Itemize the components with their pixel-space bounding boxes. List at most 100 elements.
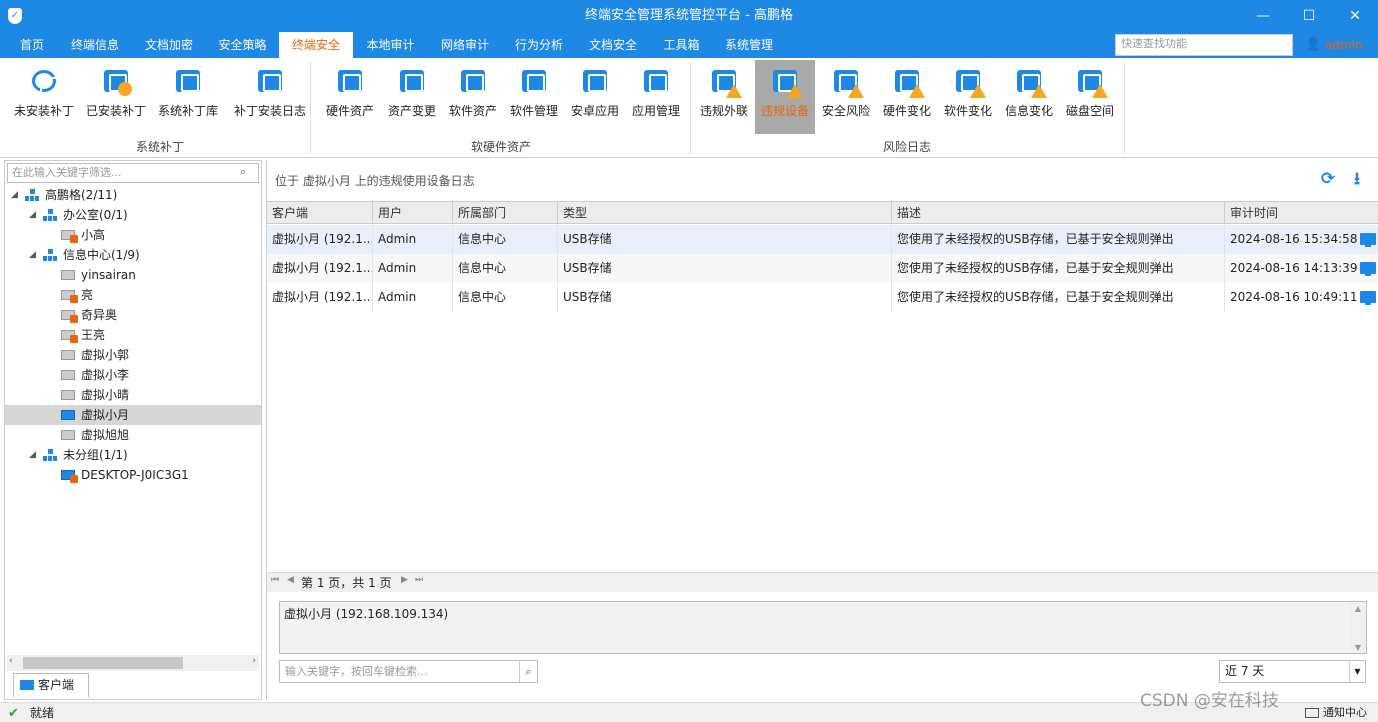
period-select[interactable]: 近 7 天 ▼	[1219, 660, 1366, 683]
ribbon-button[interactable]: 违规设备	[755, 60, 815, 134]
last-page-icon[interactable]: ⏭	[415, 575, 423, 585]
tree-item[interactable]: 王亮	[5, 325, 261, 345]
ribbon-button[interactable]: 安卓应用	[565, 60, 625, 134]
refresh-icon[interactable]: ⟳	[1319, 170, 1337, 188]
scroll-left-icon[interactable]: ‹	[9, 656, 13, 666]
table-cell: Admin	[373, 225, 453, 254]
tree-item-label: 未分组(1/1)	[63, 448, 128, 462]
tree-expand-icon[interactable]: ◢	[29, 445, 39, 465]
log-table: 客户端 用户 所属部门 类型 描述 审计时间 虚拟小月 (192.1... Admin 信息中…	[267, 201, 1378, 573]
tree-item[interactable]: DESKTOP-J0IC3G1	[5, 465, 261, 485]
menu-tab[interactable]: 工具箱	[650, 32, 713, 58]
user-name[interactable]: admin	[1325, 32, 1363, 58]
tree-item[interactable]: 虚拟旭旭	[5, 425, 261, 445]
tree-item-label: 信息中心(1/9)	[63, 248, 140, 262]
search-icon[interactable]: ⌕	[240, 165, 256, 181]
tree-item[interactable]: 奇异奥	[5, 305, 261, 325]
ribbon-button[interactable]: 软件资产	[443, 60, 503, 134]
ribbon-button[interactable]: 硬件资产	[320, 60, 380, 134]
computer-icon[interactable]	[1360, 291, 1376, 305]
tree-item[interactable]: 亮	[5, 285, 261, 305]
menu-tab[interactable]: 文档安全	[576, 32, 650, 58]
computer-icon[interactable]	[1360, 262, 1376, 276]
warning-icon	[726, 84, 742, 98]
download-icon[interactable]: ⭳	[1348, 170, 1366, 188]
menu-tab[interactable]: 网络审计	[428, 32, 502, 58]
tree-item[interactable]: 虚拟小月	[5, 405, 261, 425]
tree-item[interactable]: ◢ 信息中心(1/9)	[5, 245, 261, 265]
tree-item[interactable]: 虚拟小晴	[5, 385, 261, 405]
ribbon-button[interactable]: 安全风险	[816, 60, 876, 134]
table-cell: 2024-08-16 10:49:11	[1225, 283, 1378, 312]
column-header[interactable]: 描述	[892, 202, 1225, 224]
scroll-right-icon[interactable]: ›	[252, 656, 256, 666]
tree-item[interactable]: ◢ 办公室(0/1)	[5, 205, 261, 225]
tree-expand-icon[interactable]: ◢	[11, 185, 21, 205]
menu-tab[interactable]: 终端信息	[58, 32, 132, 58]
notification-icon[interactable]	[1305, 708, 1319, 718]
table-row[interactable]: 虚拟小月 (192.1... Admin 信息中心 USB存储 您使用了未经授权的USB…	[267, 254, 1378, 283]
tab-clients[interactable]: 客户端	[13, 673, 89, 697]
minimize-button[interactable]: —	[1240, 0, 1286, 32]
ribbon-button[interactable]: 资产变更	[382, 60, 442, 134]
menu-tab[interactable]: 行为分析	[502, 32, 576, 58]
table-cell: USB存储	[558, 254, 892, 283]
tree-filter-input[interactable]: 在此输入关键字筛选... ⌕	[7, 163, 259, 183]
tree-item[interactable]: 虚拟小李	[5, 365, 261, 385]
notification-center-label[interactable]: 通知中心	[1323, 703, 1367, 722]
computer-icon[interactable]	[1360, 233, 1376, 247]
tree-item[interactable]: yinsairan	[5, 265, 261, 285]
org-icon	[43, 209, 57, 221]
tree-expand-icon[interactable]: ◢	[29, 205, 39, 225]
ribbon-button[interactable]: 硬件变化	[877, 60, 937, 134]
table-row[interactable]: 虚拟小月 (192.1... Admin 信息中心 USB存储 您使用了未经授权的USB…	[267, 283, 1378, 312]
scroll-down-icon[interactable]: ▼	[1350, 643, 1366, 652]
search-icon[interactable]: ⌕	[519, 661, 537, 682]
menu-tab[interactable]: 首页	[6, 32, 58, 58]
tree-expand-icon[interactable]: ◢	[29, 245, 39, 265]
column-header[interactable]: 所属部门	[453, 202, 558, 224]
tree-item[interactable]: ◢ 未分组(1/1)	[5, 445, 261, 465]
maximize-button[interactable]: ☐	[1286, 0, 1332, 32]
ribbon-button[interactable]: 未安装补丁	[14, 60, 74, 134]
quick-search-input[interactable]: 快速查找功能	[1115, 34, 1293, 56]
table-row[interactable]: 虚拟小月 (192.1... Admin 信息中心 USB存储 您使用了未经授权的USB…	[267, 225, 1378, 254]
log-search-input[interactable]: 输入关键字，按回车键检索... ⌕	[279, 660, 538, 683]
user-icon[interactable]: 👤	[1305, 37, 1321, 52]
column-header[interactable]: 类型	[558, 202, 892, 224]
scroll-up-icon[interactable]: ▲	[1350, 604, 1366, 613]
ribbon-button[interactable]: 违规外联	[694, 60, 754, 134]
ribbon-button[interactable]: 补丁安装日志	[232, 60, 308, 134]
tree-item[interactable]: 小高	[5, 225, 261, 245]
column-header[interactable]: 审计时间	[1225, 202, 1378, 224]
menu-tab[interactable]: 系统管理	[713, 32, 785, 58]
org-icon	[25, 189, 39, 201]
ribbon-button[interactable]: 软件管理	[504, 60, 564, 134]
menu-tab[interactable]: 文档加密	[132, 32, 206, 58]
column-header[interactable]: 客户端	[267, 202, 373, 224]
table-cell: Admin	[373, 254, 453, 283]
detail-scrollbar[interactable]: ▲ ▼	[1350, 602, 1366, 653]
ribbon-button-label: 信息变化	[1004, 104, 1053, 118]
menu-tab[interactable]: 本地审计	[353, 32, 428, 58]
tree-item-label: 奇异奥	[81, 308, 118, 322]
tree-item[interactable]: 虚拟小郭	[5, 345, 261, 365]
first-page-icon[interactable]: ⏮	[271, 575, 279, 585]
ribbon-button[interactable]: 信息变化	[999, 60, 1059, 134]
ribbon-button[interactable]: 磁盘空间	[1060, 60, 1120, 134]
ribbon-button[interactable]: 应用管理	[626, 60, 686, 134]
ribbon-button[interactable]: 软件变化	[938, 60, 998, 134]
menu-tab[interactable]: 安全策略	[206, 32, 279, 58]
tree-item[interactable]: ◢ 高鹏格(2/11)	[5, 185, 261, 205]
prev-page-icon[interactable]: ◀	[287, 575, 294, 585]
column-header[interactable]: 用户	[373, 202, 453, 224]
tree-horizontal-scrollbar[interactable]: ‹ ›	[7, 655, 259, 671]
chevron-down-icon[interactable]: ▼	[1349, 661, 1365, 682]
scrollbar-thumb[interactable]	[23, 657, 183, 669]
ribbon-button[interactable]: 系统补丁库	[158, 60, 218, 134]
close-button[interactable]: ✕	[1332, 0, 1378, 32]
menu-tab[interactable]: 终端安全	[279, 32, 353, 58]
ribbon-button[interactable]: 已安装补丁	[86, 60, 146, 134]
ribbon-toolbar: 未安装补丁 已安装补丁 系统补丁库 补丁安装日志 系统补丁 硬件资产 资产变更 软件资产 软件管…	[0, 58, 1378, 158]
next-page-icon[interactable]: ▶	[401, 575, 408, 585]
